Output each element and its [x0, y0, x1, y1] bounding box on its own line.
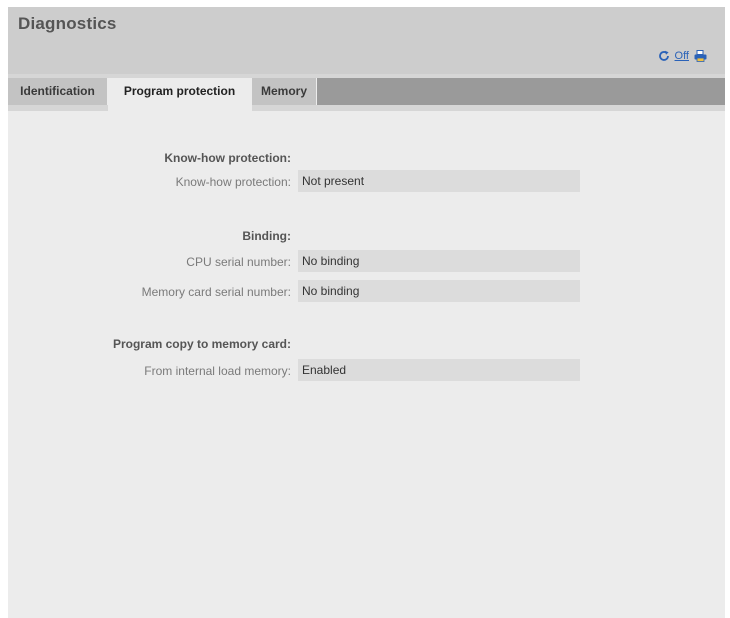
tab-program-protection[interactable]: Program protection — [108, 78, 252, 111]
refresh-icon[interactable] — [658, 50, 670, 62]
memory-card-serial-number-label: Memory card serial number: — [141, 285, 291, 299]
page-title: Diagnostics — [18, 14, 117, 33]
auto-refresh-off-link[interactable]: Off — [675, 50, 689, 62]
know-how-protection-value: Not present — [298, 170, 580, 192]
tab-identification[interactable]: Identification — [8, 78, 108, 105]
cpu-serial-number-value: No binding — [298, 250, 580, 272]
tab-memory[interactable]: Memory — [252, 78, 317, 105]
internal-load-memory-label: From internal load memory: — [144, 364, 291, 378]
internal-load-memory-value: Enabled — [298, 359, 580, 381]
tab-bar: Identification Program protection Memory — [8, 74, 725, 111]
diagnostics-panel: Diagnostics Off Identification Program p… — [8, 7, 725, 618]
know-how-protection-label: Know-how protection: — [175, 175, 291, 189]
program-copy-section-title: Program copy to memory card: — [112, 337, 291, 351]
memory-card-serial-number-value: No binding — [298, 280, 580, 302]
header-tools: Off — [658, 50, 707, 62]
binding-section-title: Binding: — [242, 229, 291, 243]
know-how-section-title: Know-how protection: — [164, 151, 291, 165]
panel-header: Diagnostics Off — [8, 7, 725, 74]
print-icon[interactable] — [694, 50, 707, 62]
cpu-serial-number-label: CPU serial number: — [186, 255, 291, 269]
